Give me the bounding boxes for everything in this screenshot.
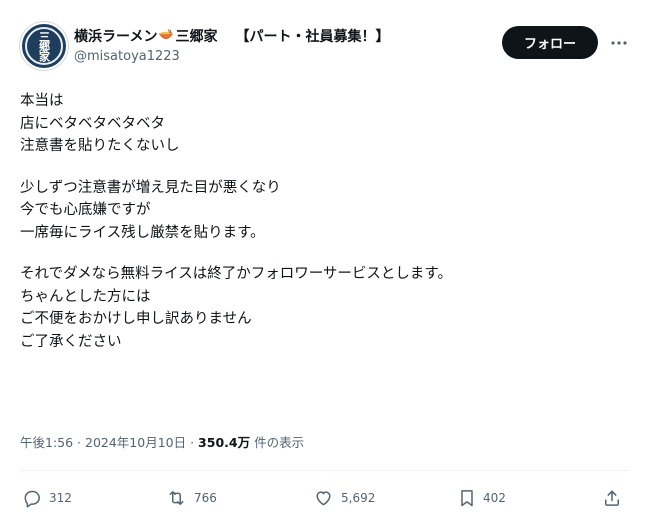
bookmark-button[interactable]: 402	[458, 483, 506, 513]
share-button[interactable]	[602, 483, 622, 513]
avatar[interactable]: 三郷家	[20, 22, 68, 70]
author-handle[interactable]: @misatoya1223	[74, 49, 180, 64]
post-text-line: 本当は	[20, 93, 64, 109]
post-text-line: 少しずつ注意書が増え見た目が悪くなり	[20, 179, 281, 196]
reply-icon	[24, 490, 40, 508]
post-text-line: ご了承ください	[20, 333, 122, 350]
views-count: 350.4万	[198, 435, 251, 450]
reply-count: 312	[49, 491, 72, 505]
more-dots-icon[interactable]	[608, 33, 630, 53]
ramen-bowl-icon	[159, 29, 174, 39]
post-date[interactable]: 2024年10月10日	[85, 435, 186, 450]
bookmark-count: 402	[483, 491, 506, 505]
meta-separator-2: ·	[186, 435, 199, 450]
views-label: 件の表示	[250, 435, 305, 450]
author-name-row[interactable]: 横浜ラーメン 三郷家 【パート・社員募集！】	[74, 26, 389, 46]
follow-button[interactable]: フォロー	[502, 26, 598, 59]
post-text-line: 店にベタベタベタベタ	[20, 115, 165, 132]
meta-separator: ·	[73, 435, 85, 450]
reply-button[interactable]: 312	[22, 483, 72, 513]
repost-icon	[169, 491, 184, 505]
bookmark-icon	[461, 490, 473, 507]
action-bar: 312 766 5,692 402	[0, 483, 645, 513]
divider	[20, 470, 629, 471]
post-text-line: ちゃんとした方には	[20, 288, 151, 305]
display-name-part2: 三郷家	[175, 29, 218, 45]
post-text-line: それでダメなら無料ライスは終了かフォロワーサービスとします。	[20, 266, 452, 282]
post-card: 三郷家 横浜ラーメン 三郷家 【パート・社員募集！】 @misatoya1223…	[0, 0, 645, 520]
post-text-line: 今でも心底嫌ですが	[20, 202, 151, 218]
post-text-line: 一席毎にライス残し厳禁を貼ります。	[20, 224, 265, 241]
repost-button[interactable]: 766	[166, 483, 217, 513]
avatar-logo-text: 三郷家	[37, 31, 51, 61]
post-time[interactable]: 午後1:56	[20, 435, 73, 450]
like-button[interactable]: 5,692	[313, 483, 375, 513]
post-text-line: ご不便をおかけし申し訳ありません	[20, 311, 252, 327]
display-name-part1: 横浜ラーメン	[74, 29, 158, 45]
repost-count: 766	[194, 491, 217, 505]
like-count: 5,692	[341, 491, 376, 505]
heart-icon	[316, 491, 331, 506]
post-text-line: 注意書を貼りたくないし	[20, 138, 180, 154]
post-text: 本当は店にベタベタベタベタ 注意書を貼りたくないし少しずつ注意書が増え見た目が悪く…	[20, 90, 620, 353]
post-meta: 午後1:56 · 2024年10月10日 · 350.4万 件の表示	[20, 432, 304, 451]
share-icon	[605, 490, 619, 506]
display-name-part3: 【パート・社員募集！】	[235, 29, 390, 45]
